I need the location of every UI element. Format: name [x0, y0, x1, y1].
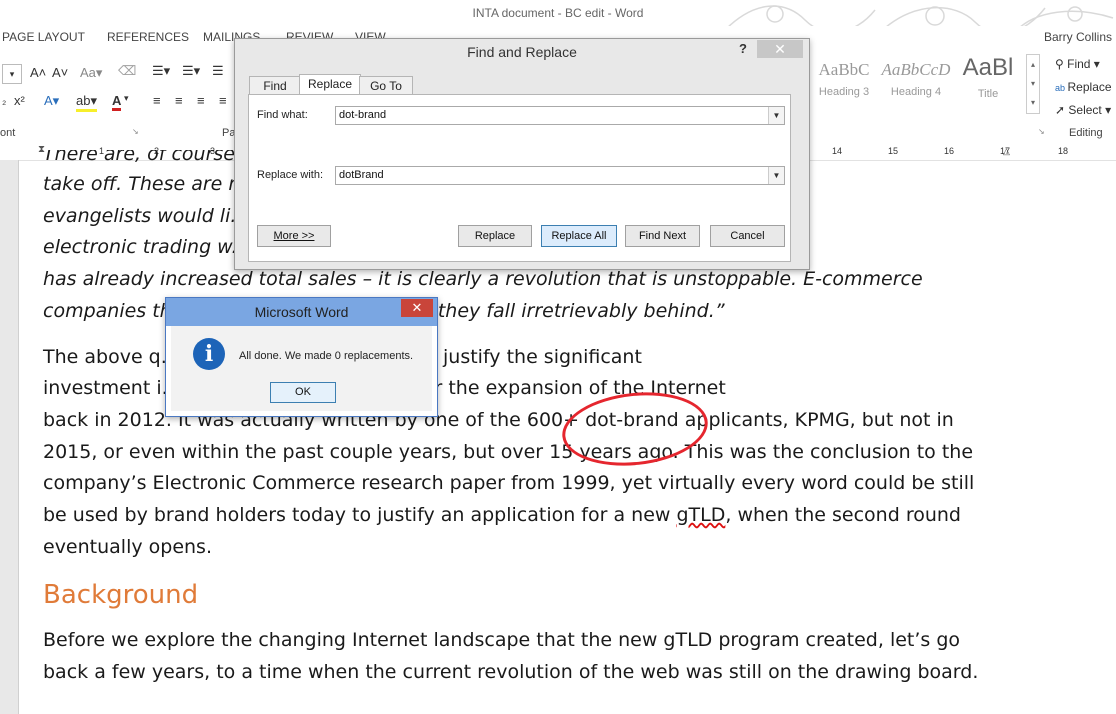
ruler-number: 18	[1058, 146, 1069, 156]
close-button[interactable]: ✕	[757, 40, 803, 58]
text-line: 2015, or even within the past couple yea…	[43, 440, 974, 463]
text-line: company’s Electronic Commerce research p…	[43, 472, 975, 495]
styles-gallery: AaBbC Heading 3 AaBbCcD Heading 4 AaBl T…	[808, 54, 1040, 114]
style-heading-3[interactable]: AaBbC Heading 3	[808, 54, 880, 112]
replace-button[interactable]: ab Replace	[1055, 77, 1115, 100]
title-bar: INTA document - BC edit - Word	[0, 0, 1116, 34]
cancel-button[interactable]: Cancel	[710, 225, 785, 247]
bullets-icon[interactable]: ☰▾	[152, 63, 170, 79]
user-name[interactable]: Barry Collins	[1044, 30, 1112, 44]
align-center-icon[interactable]: ≡	[175, 93, 183, 108]
find-replace-dialog: Find and Replace ? ✕ Find Replace Go To …	[234, 38, 810, 270]
message-close-button[interactable]: ✕	[401, 299, 433, 317]
message-box: Microsoft Word ✕ i All done. We made 0 r…	[165, 297, 438, 417]
select-button[interactable]: ➚ Select ▾	[1055, 100, 1115, 123]
editing-group-label: Editing	[1069, 127, 1103, 139]
body-paragraph: Before we explore the changing Internet …	[43, 625, 1023, 688]
text-run: be used by brand holders today to justif…	[43, 504, 677, 527]
style-sample: AaBbC	[818, 60, 870, 79]
find-next-button[interactable]: Find Next	[625, 225, 700, 247]
find-button[interactable]: ⚲ Find ▾	[1055, 54, 1115, 77]
editing-group: ⚲ Find ▾ ab Replace ➚ Select ▾	[1055, 54, 1115, 123]
subscript-icon[interactable]: ₂	[2, 95, 6, 107]
font-dialog-launcher-icon[interactable]: ↘	[132, 127, 139, 136]
replace-panel: Find what: dot-brand ▼ Replace with: dot…	[248, 94, 791, 262]
align-left-icon[interactable]: ≡	[153, 93, 161, 108]
styles-dialog-launcher-icon[interactable]: ↘	[1038, 127, 1045, 136]
replace-with-input[interactable]: dotBrand ▼	[335, 166, 785, 185]
find-what-value: dot-brand	[339, 109, 387, 121]
more-button[interactable]: More >>	[257, 225, 331, 247]
info-icon: i	[193, 338, 225, 370]
cursor-icon: ➚	[1055, 103, 1069, 117]
replace-with-value: dotBrand	[339, 169, 384, 181]
change-case-icon[interactable]: Aa▾	[80, 65, 102, 81]
tab-page-layout[interactable]: PAGE LAYOUT	[2, 30, 85, 44]
text-effects-icon[interactable]: A▾	[44, 93, 59, 109]
style-sample: AaBl	[962, 54, 1014, 81]
styles-scroll-icon[interactable]: ▴ ▾ ▾	[1026, 54, 1040, 114]
message-text: All done. We made 0 replacements.	[239, 350, 414, 362]
tab-find[interactable]: Find	[249, 76, 301, 95]
find-what-input[interactable]: dot-brand ▼	[335, 106, 785, 125]
font-group-label: ont	[0, 127, 16, 139]
style-name: Title	[977, 88, 999, 100]
clear-formatting-icon[interactable]: ⌫	[118, 63, 136, 79]
select-label: Select	[1068, 103, 1102, 117]
ok-button[interactable]: OK	[270, 382, 336, 403]
find-label: Find	[1067, 57, 1091, 71]
replace-icon: ab	[1055, 83, 1068, 93]
superscript-icon[interactable]: x²	[14, 93, 25, 108]
help-button[interactable]: ?	[739, 41, 747, 56]
style-title[interactable]: AaBl Title	[952, 54, 1024, 112]
tab-references[interactable]: REFERENCES	[107, 30, 189, 44]
style-sample: AaBbCcD	[881, 60, 951, 79]
message-title: Microsoft Word	[254, 304, 349, 320]
left-margin-bar	[0, 160, 19, 714]
replace-button[interactable]: Replace	[458, 225, 532, 247]
multilevel-list-icon[interactable]: ☰	[212, 63, 224, 79]
tab-go-to[interactable]: Go To	[359, 76, 413, 95]
tab-replace[interactable]: Replace	[299, 74, 361, 95]
text-line: be used by brand holders today to justif…	[43, 500, 1023, 532]
text-run: , when the second round	[725, 504, 961, 527]
replace-all-button[interactable]: Replace All	[541, 225, 617, 247]
style-name: Heading 4	[890, 86, 942, 98]
message-body: i All done. We made 0 replacements. OK	[171, 326, 432, 411]
section-heading: Background	[43, 580, 199, 611]
align-right-icon[interactable]: ≡	[197, 93, 205, 108]
text-line: eventually opens.	[43, 535, 212, 558]
dialog-title: Find and Replace	[467, 44, 577, 60]
highlight-icon[interactable]: ab▾	[76, 93, 97, 112]
font-color-icon[interactable]: A	[112, 93, 122, 111]
replace-with-label: Replace with:	[257, 169, 324, 181]
chevron-down-icon[interactable]: ▼	[768, 107, 784, 124]
chevron-down-icon[interactable]: ▼	[768, 167, 784, 184]
font-color-dropdown-icon[interactable]: ▾	[124, 93, 129, 104]
replace-label: Replace	[1067, 80, 1112, 94]
spelling-flagged-word[interactable]: gTLD	[676, 504, 725, 526]
font-size-dropdown[interactable]: ▾	[2, 64, 22, 84]
justify-icon[interactable]: ≡	[219, 93, 227, 108]
style-heading-4[interactable]: AaBbCcD Heading 4	[880, 54, 952, 112]
numbering-icon[interactable]: ☰▾	[182, 63, 200, 79]
text-line: back a few years, to a time when the cur…	[43, 661, 979, 684]
grow-font-icon[interactable]: A˄	[30, 65, 46, 80]
shrink-font-icon[interactable]: A˅	[52, 65, 68, 80]
style-name: Heading 3	[818, 86, 870, 98]
text-line: Before we explore the changing Internet …	[43, 629, 961, 652]
binoculars-icon: ⚲	[1055, 57, 1068, 71]
find-what-label: Find what:	[257, 109, 308, 121]
